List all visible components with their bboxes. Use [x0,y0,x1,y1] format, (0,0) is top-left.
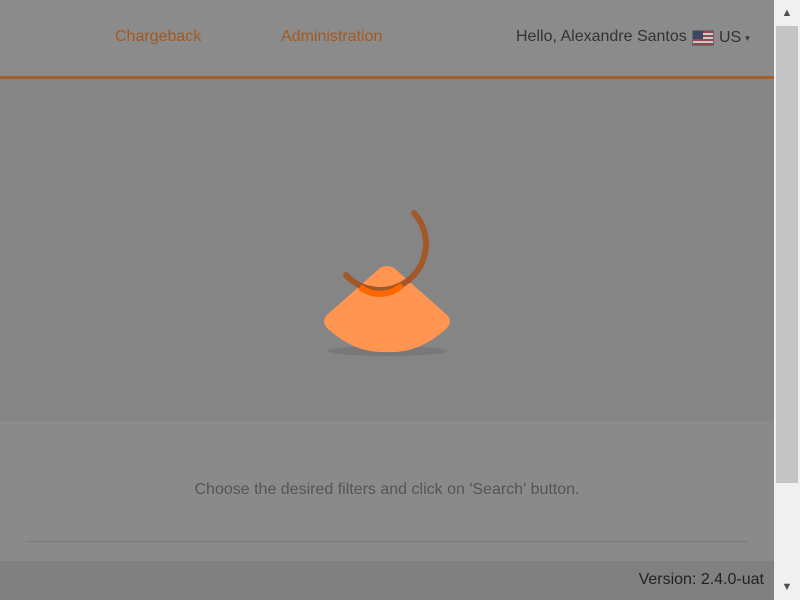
scroll-down-arrow-icon[interactable]: ▼ [774,574,800,600]
spinner-cone [324,266,450,353]
locale-selector[interactable]: US ▾ [692,29,750,47]
search-hint-text: Choose the desired filters and click on … [194,481,580,498]
scroll-up-arrow-icon[interactable]: ▲ [774,0,800,26]
us-flag-icon [692,30,714,46]
nav-link-chargeback[interactable]: Chargeback [115,28,201,46]
vertical-scrollbar[interactable]: ▲ ▼ [774,0,800,600]
top-navigation-bar: Chargeback Administration Hello, Alexand… [0,0,774,76]
chevron-down-icon: ▾ [745,32,750,43]
version-label: Version: 2.4.0-uat [638,571,764,588]
results-divider [26,541,748,542]
scrollbar-thumb[interactable] [776,26,798,483]
user-greeting: Hello, Alexandre Santos [516,28,687,45]
flag-canton [693,31,703,39]
footer: Version: 2.4.0-uat [0,561,774,600]
nav-link-administration[interactable]: Administration [281,28,382,46]
locale-code: US [719,29,742,46]
app-window: Chargeback Administration Hello, Alexand… [0,0,800,600]
loading-spinner-icon [324,210,450,356]
results-panel: Choose the desired filters and click on … [0,421,774,561]
